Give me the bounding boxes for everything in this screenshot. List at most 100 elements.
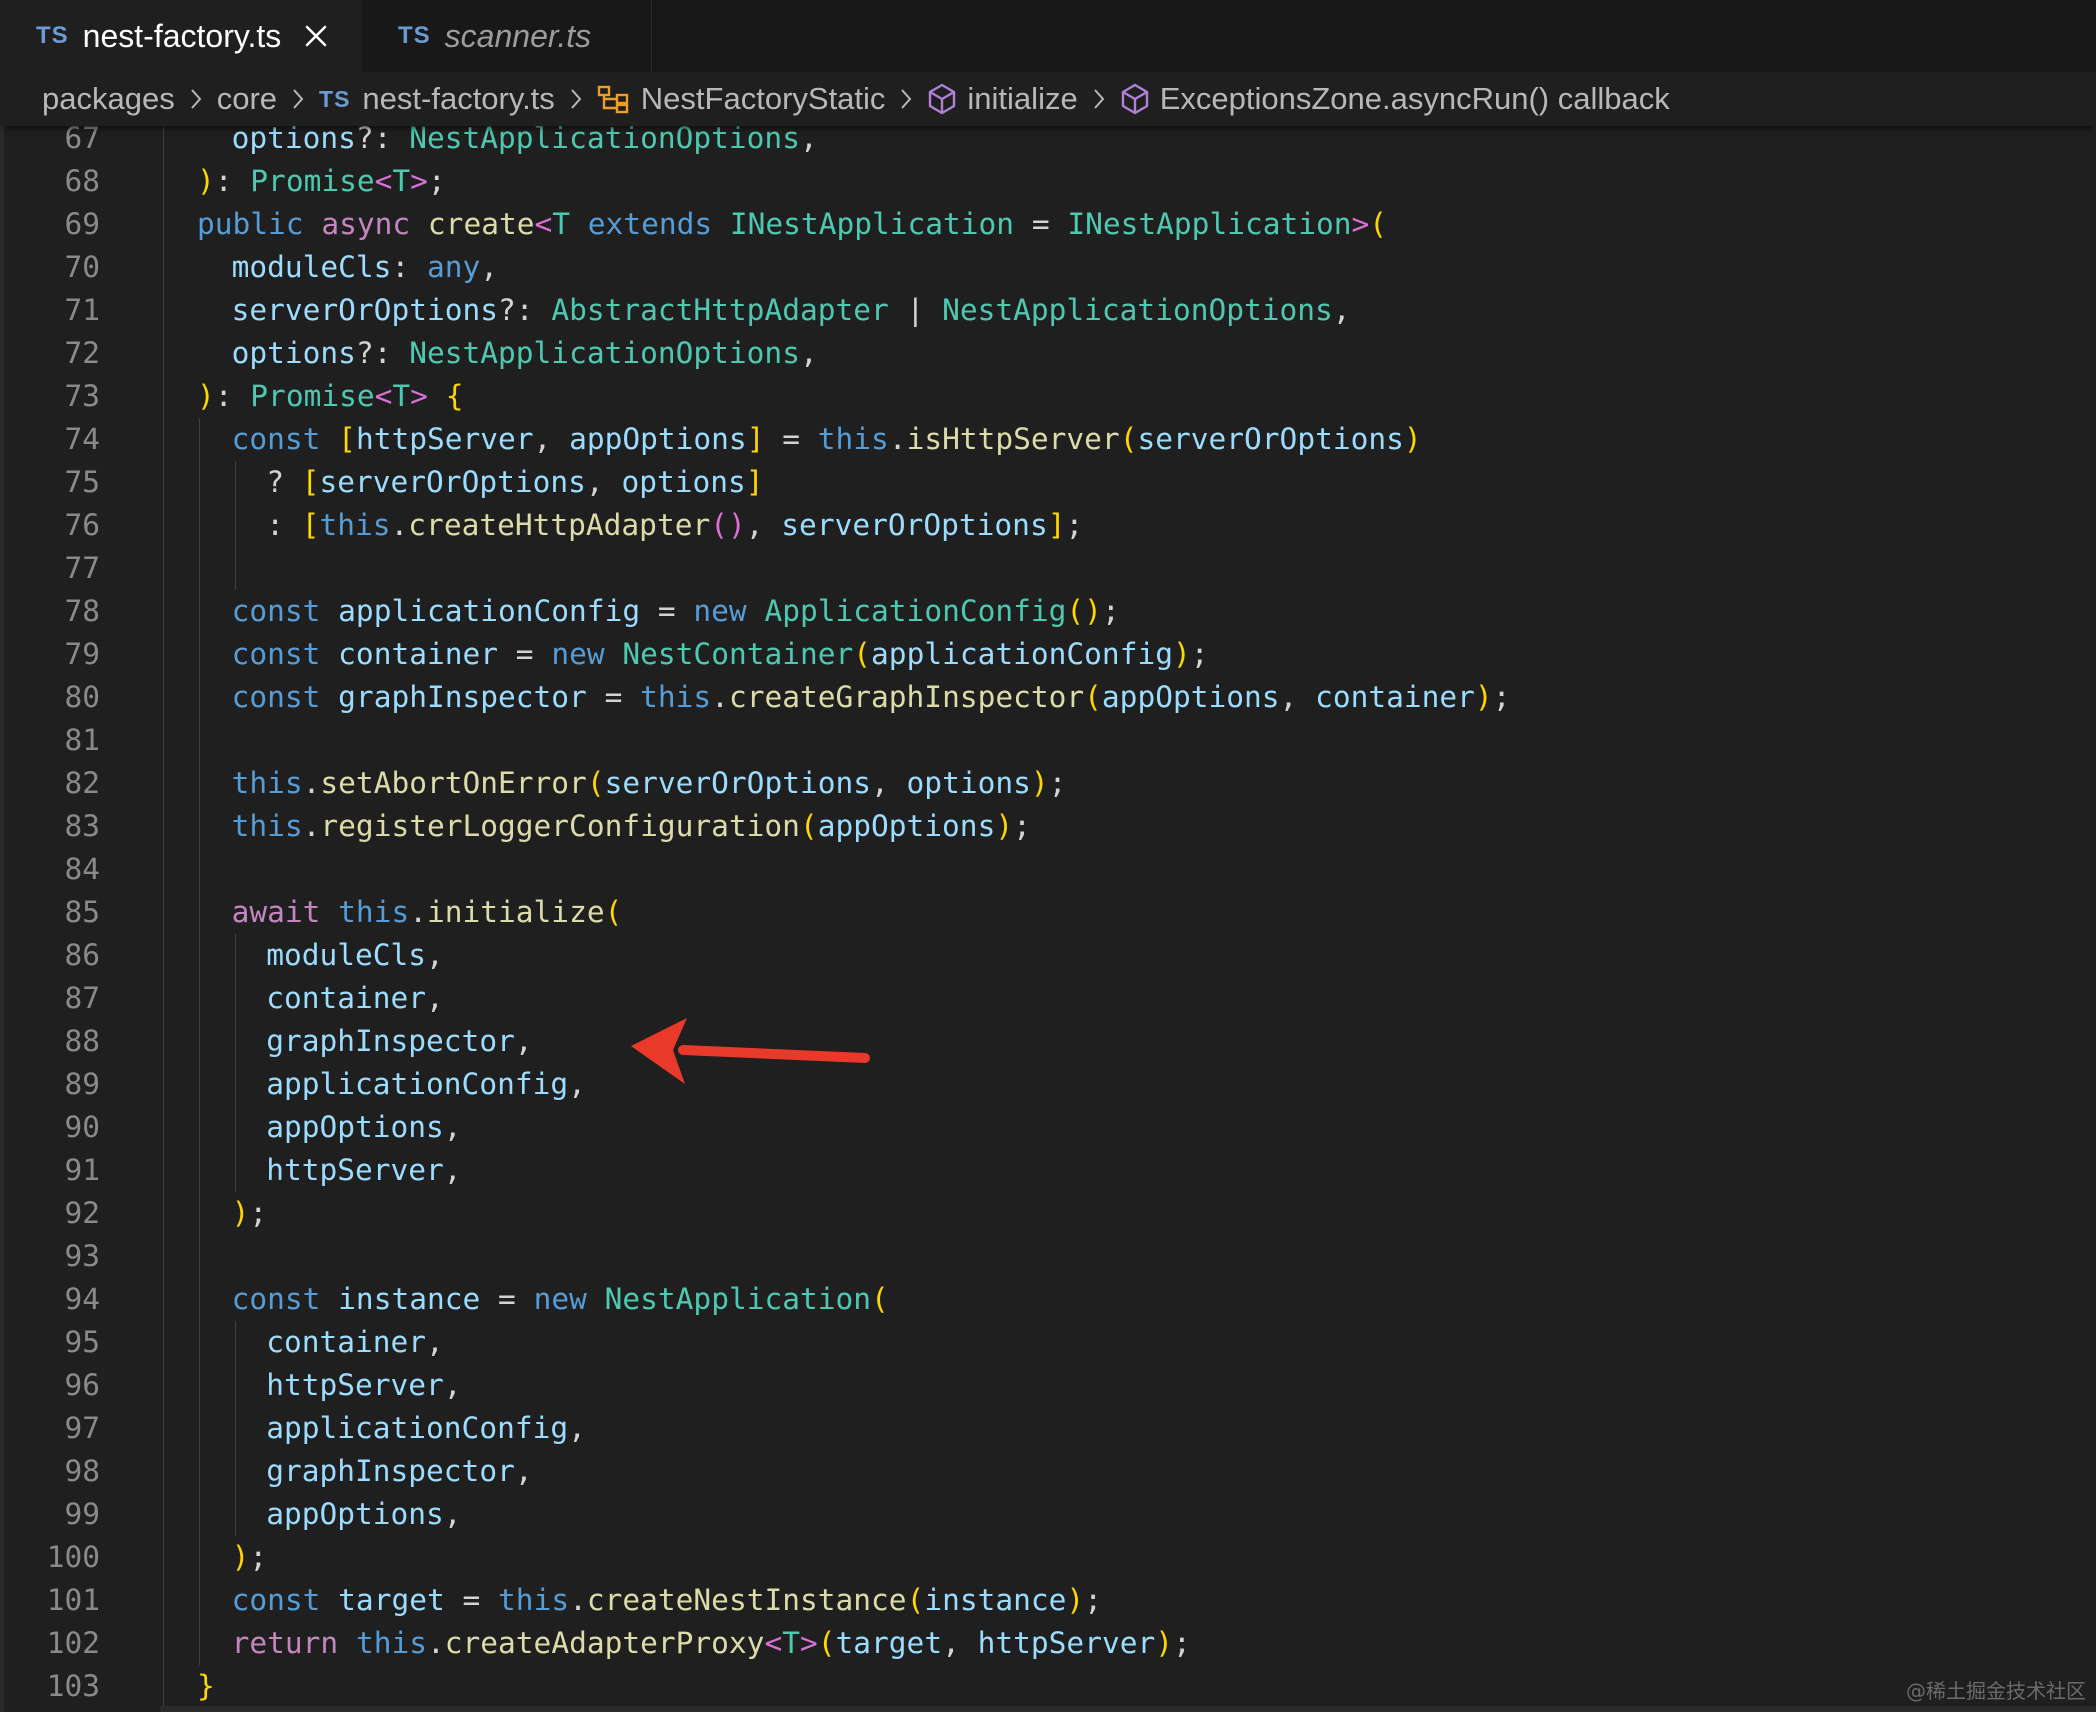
code-line[interactable]: 83 this.registerLoggerConfiguration(appOp… [0,805,2096,848]
code-text: const target = this.createNestInstance(i… [231,1583,1102,1617]
code-line[interactable]: 102 return this.createAdapterProxy<T>(tar… [0,1622,2096,1665]
indent-guide [234,504,236,547]
code-line[interactable]: 96 httpServer, [0,1364,2096,1407]
chevron-right-icon [899,88,913,110]
breadcrumb-label: nest-factory.ts [362,81,555,116]
line-number: 91 [64,1153,100,1187]
code-line[interactable]: 92); [0,1192,2096,1235]
code-line[interactable]: 67 options?: NestApplicationOptions, [0,126,2096,160]
line-number: 95 [64,1325,100,1359]
watermark: @稀土掘金技术社区 [1906,1679,2086,1703]
indent-guide [163,126,164,1712]
line-number: 102 [46,1626,100,1660]
chevron-right-icon [291,88,305,110]
close-icon[interactable] [303,23,329,49]
line-number: 74 [64,422,100,456]
code-line[interactable]: 74 const [httpServer, appOptions] = this.… [0,418,2096,461]
code-text: await this.initialize( [231,895,623,929]
indent-guide [234,461,236,504]
breadcrumb-label: ExceptionsZone.asyncRun() callback [1159,81,1670,116]
breadcrumb-item-method[interactable]: initialize [927,81,1078,117]
indent-guide [234,977,236,1020]
line-number: 77 [64,551,100,585]
code-line[interactable]: 95 container, [0,1321,2096,1364]
horizontal-scrollbar[interactable] [160,1706,2096,1712]
code-line[interactable]: 88 graphInspector, [0,1020,2096,1063]
breadcrumb: packages core TS nest-factory.ts NestFac… [0,72,2096,126]
line-number: 96 [64,1368,100,1402]
code-text: httpServer, [266,1368,462,1402]
breadcrumb-label: core [216,81,278,116]
code-line[interactable]: 84 [0,848,2096,891]
breadcrumb-item-callback[interactable]: ExceptionsZone.asyncRun() callback [1120,81,1670,117]
code-line[interactable]: 101 const target = this.createNestInstanc… [0,1579,2096,1622]
code-line[interactable]: 98 graphInspector, [0,1450,2096,1493]
tab-label: scanner.ts [444,17,592,54]
code-text: applicationConfig, [266,1067,586,1101]
code-line[interactable]: 81 [0,719,2096,762]
code-text: moduleCls, [266,938,444,972]
line-number: 98 [64,1454,100,1488]
typescript-file-icon: TS [398,22,431,49]
code-line[interactable]: 69 public async create<T extends INestApp… [0,203,2096,246]
code-line[interactable]: 85 await this.initialize( [0,891,2096,934]
code-line[interactable]: 89 applicationConfig, [0,1063,2096,1106]
indent-guide [234,1063,236,1106]
code-text: container, [266,1325,444,1359]
code-editor[interactable]: 67 options?: NestApplicationOptions, 68): … [0,126,2096,1712]
line-number: 84 [64,852,100,886]
chevron-right-icon [1092,88,1106,110]
code-line[interactable]: 78 const applicationConfig = new Applicat… [0,590,2096,633]
code-line[interactable]: 90 appOptions, [0,1106,2096,1149]
tab-nest-factory[interactable]: TS nest-factory.ts [0,0,362,72]
code-line[interactable]: 87 container, [0,977,2096,1020]
code-text: appOptions, [266,1497,462,1531]
breadcrumb-label: initialize [967,81,1078,116]
code-line[interactable]: 75 ? [serverOrOptions, options] [0,461,2096,504]
indent-guide [234,1493,236,1536]
code-line[interactable]: 100); [0,1536,2096,1579]
indent-guide [199,418,200,1665]
code-line[interactable]: 86 moduleCls, [0,934,2096,977]
breadcrumb-item-packages[interactable]: packages [42,81,175,117]
line-number: 97 [64,1411,100,1445]
code-line[interactable]: 68): Promise<T>; [0,160,2096,203]
code-line[interactable]: 97 applicationConfig, [0,1407,2096,1450]
code-line[interactable]: 91 httpServer, [0,1149,2096,1192]
code-text: ): Promise<T>; [197,164,446,198]
breadcrumb-item-class[interactable]: NestFactoryStatic [597,81,886,117]
breadcrumb-label: NestFactoryStatic [640,81,886,116]
chevron-right-icon [569,88,583,110]
code-line[interactable]: 79 const container = new NestContainer(ap… [0,633,2096,676]
breadcrumb-item-core[interactable]: core [217,81,277,117]
line-number: 76 [64,508,100,542]
line-number: 103 [46,1669,100,1703]
code-line[interactable]: 80 const graphInspector = this.createGrap… [0,676,2096,719]
code-text: const graphInspector = this.createGraphI… [231,680,1511,714]
line-number: 80 [64,680,100,714]
tab-scanner[interactable]: TS scanner.ts [362,0,652,72]
line-number: 73 [64,379,100,413]
code-line[interactable]: 71 serverOrOptions?: AbstractHttpAdapter … [0,289,2096,332]
line-number: 101 [46,1583,100,1617]
method-symbol-icon [927,83,957,115]
line-number: 82 [64,766,100,800]
code-line[interactable]: 73 ): Promise<T> { [0,375,2096,418]
code-line[interactable]: 72 options?: NestApplicationOptions, [0,332,2096,375]
code-text: ): Promise<T> { [197,379,464,413]
code-line[interactable]: 103} [0,1665,2096,1708]
code-line[interactable]: 77 [0,547,2096,590]
code-line[interactable]: 99 appOptions, [0,1493,2096,1536]
code-line[interactable]: 82 this.setAbortOnError(serverOrOptions, … [0,762,2096,805]
code-line[interactable]: 70 moduleCls: any, [0,246,2096,289]
code-text: graphInspector, [266,1454,533,1488]
breadcrumb-item-file[interactable]: TS nest-factory.ts [319,81,555,117]
code-text: graphInspector, [266,1024,533,1058]
code-text: return this.createAdapterProxy<T>(target… [231,1626,1191,1660]
code-line[interactable]: 93 [0,1235,2096,1278]
line-number: 72 [64,336,100,370]
indent-guide [234,1364,236,1407]
code-line[interactable]: 94 const instance = new NestApplication( [0,1278,2096,1321]
line-number: 79 [64,637,100,671]
code-line[interactable]: 76: [this.createHttpAdapter(), serverOrO… [0,504,2096,547]
